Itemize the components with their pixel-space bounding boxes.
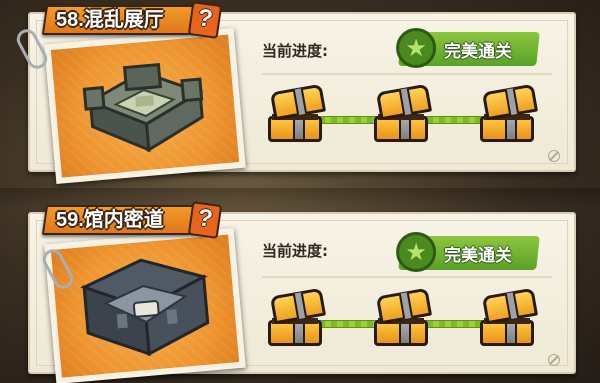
level-title-tab: 58.混乱展厅 ? xyxy=(41,1,223,39)
chest-icon[interactable] xyxy=(266,287,327,346)
perfect-clear-badge: ★ 完美通关 xyxy=(396,232,540,272)
ban-icon xyxy=(548,354,560,366)
badge-text: 完美通关 xyxy=(443,246,512,266)
room-model-icon xyxy=(82,63,204,153)
divider xyxy=(262,73,552,75)
badge-text: 完美通关 xyxy=(443,42,512,62)
chest-icon[interactable] xyxy=(478,83,539,142)
ban-icon xyxy=(548,150,560,162)
help-icon[interactable]: ? xyxy=(187,201,223,239)
progress-label: 当前进度: xyxy=(262,42,328,60)
level-thumbnail[interactable] xyxy=(44,27,246,185)
chest-icon[interactable] xyxy=(372,287,433,346)
progress-label: 当前进度: xyxy=(262,242,328,260)
level-title: 59.馆内密道 xyxy=(56,209,164,231)
divider xyxy=(262,276,552,278)
level-title-tab: 59.馆内密道 ? xyxy=(41,201,223,239)
level-title: 58.混乱展厅 xyxy=(56,9,164,31)
star-icon: ★ xyxy=(405,238,427,266)
chest-icon[interactable] xyxy=(478,287,539,346)
room-model-icon xyxy=(80,258,210,357)
star-icon: ★ xyxy=(405,34,427,62)
perfect-clear-badge: ★ 完美通关 xyxy=(396,28,540,68)
level-thumbnail[interactable] xyxy=(44,227,246,383)
chest-icon[interactable] xyxy=(266,83,327,142)
badge-circle: ★ xyxy=(396,28,437,68)
chest-icon[interactable] xyxy=(372,83,433,142)
badge-circle: ★ xyxy=(396,232,437,272)
help-icon[interactable]: ? xyxy=(187,1,223,39)
